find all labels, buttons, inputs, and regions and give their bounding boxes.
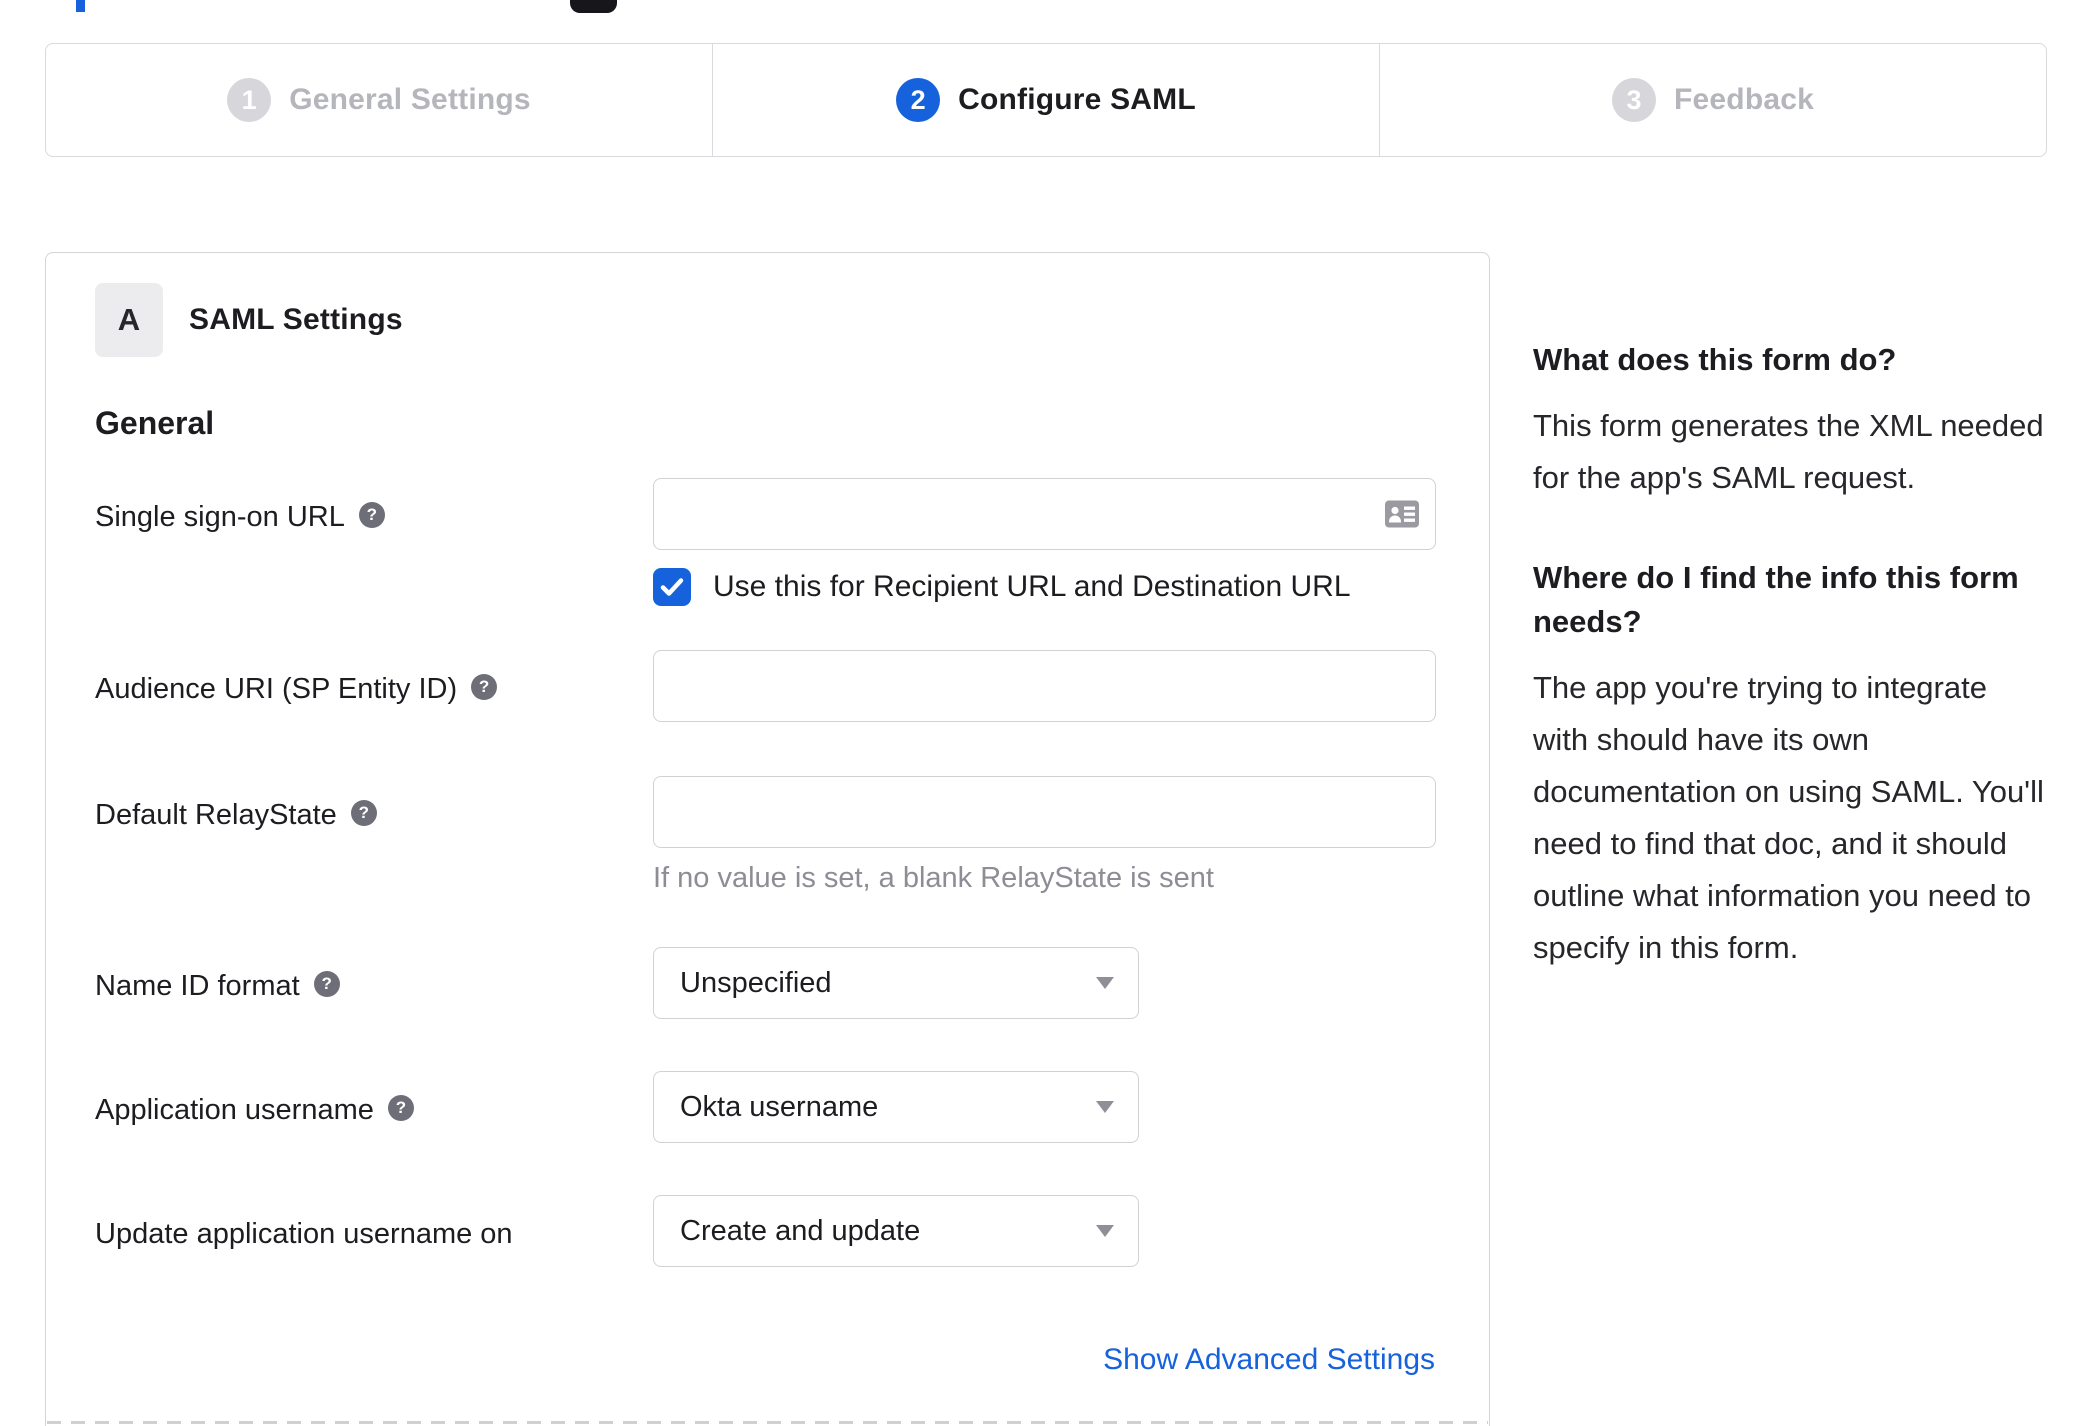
help-icon[interactable]: ? [313, 971, 340, 997]
show-advanced-settings-link[interactable]: Show Advanced Settings [653, 1343, 1435, 1377]
step-general-settings[interactable]: 1 General Settings [46, 44, 712, 156]
application-username-select[interactable]: Okta username [653, 1071, 1139, 1143]
chevron-down-icon [1096, 977, 1114, 989]
recipient-url-checkbox-row: Use this for Recipient URL and Destinati… [653, 568, 1436, 606]
step-1-label: General Settings [289, 83, 531, 116]
recipient-url-checkbox-label[interactable]: Use this for Recipient URL and Destinati… [713, 570, 1351, 604]
sso-url-input[interactable] [654, 479, 1435, 549]
default-relaystate-hint: If no value is set, a blank RelayState i… [653, 862, 1214, 894]
default-relaystate-input[interactable] [654, 777, 1435, 847]
help-section-where: Where do I find the info this form needs… [1533, 556, 2048, 974]
name-id-format-select[interactable]: Unspecified [653, 947, 1139, 1019]
help-icon[interactable]: ? [387, 1095, 414, 1121]
name-id-format-label-wrap: Name ID format ? [95, 947, 653, 1019]
audience-uri-row: Audience URI (SP Entity ID) ? [95, 650, 1436, 722]
update-application-username-row: Update application username on Create an… [95, 1195, 1435, 1267]
section-title: SAML Settings [189, 303, 403, 336]
application-username-label: Application username [95, 1094, 374, 1126]
wizard-steps-bar: 1 General Settings 2 Configure SAML 3 Fe… [45, 43, 2047, 157]
sso-url-label: Single sign-on URL [95, 501, 345, 533]
application-username-label-wrap: Application username ? [95, 1071, 653, 1143]
recipient-url-checkbox[interactable] [653, 568, 691, 606]
chevron-down-icon [1096, 1101, 1114, 1113]
panel-dashed-separator [47, 1421, 1488, 1424]
help-icon[interactable]: ? [471, 674, 498, 700]
step-1-number-badge: 1 [227, 78, 272, 122]
advanced-settings-spacer [95, 1343, 653, 1377]
step-configure-saml[interactable]: 2 Configure SAML [712, 44, 1379, 156]
section-header: A SAML Settings [95, 283, 1435, 357]
update-application-username-select[interactable]: Create and update [653, 1195, 1139, 1267]
help-body-where: The app you're trying to integrate with … [1533, 670, 2044, 965]
default-relaystate-row: Default RelayState ? If no value is set,… [95, 776, 1436, 895]
help-heading-what: What does this form do? [1533, 342, 1897, 377]
chevron-down-icon [1096, 1225, 1114, 1237]
default-relaystate-label: Default RelayState [95, 799, 337, 831]
cropped-header-logo-fragment [570, 0, 617, 13]
help-body-what: This form generates the XML needed for t… [1533, 408, 2044, 495]
update-application-username-value: Create and update [680, 1214, 921, 1247]
autofill-contact-card-icon[interactable] [1385, 500, 1419, 528]
checkmark-icon [660, 578, 684, 596]
step-3-number-badge: 3 [1612, 78, 1656, 122]
general-heading: General [95, 405, 215, 441]
name-id-format-value: Unspecified [680, 966, 832, 999]
help-icon[interactable]: ? [350, 800, 377, 826]
section-a-badge: A [95, 283, 163, 357]
saml-settings-panel: A SAML Settings General Single sign-on U… [45, 252, 1490, 1426]
advanced-settings-row: Show Advanced Settings [95, 1343, 1435, 1377]
audience-uri-input[interactable] [654, 651, 1435, 721]
application-username-value: Okta username [680, 1090, 879, 1123]
step-3-label: Feedback [1674, 83, 1814, 116]
help-icon[interactable]: ? [358, 502, 385, 528]
sso-url-row: Single sign-on URL ? Use this for Recipi… [95, 478, 1436, 606]
default-relaystate-label-wrap: Default RelayState ? [95, 776, 653, 895]
sso-url-input-wrap [653, 478, 1436, 550]
name-id-format-row: Name ID format ? Unspecified [95, 947, 1435, 1019]
help-heading-where: Where do I find the info this form needs… [1533, 560, 2019, 639]
cropped-header-blue-mark [76, 0, 85, 12]
step-feedback[interactable]: 3 Feedback [1379, 44, 2046, 156]
audience-uri-label-wrap: Audience URI (SP Entity ID) ? [95, 650, 653, 722]
application-username-row: Application username ? Okta username [95, 1071, 1435, 1143]
update-application-username-label: Update application username on [95, 1218, 513, 1250]
update-application-username-label-wrap: Update application username on [95, 1195, 653, 1267]
step-2-number-badge: 2 [896, 78, 941, 122]
name-id-format-label: Name ID format [95, 970, 300, 1002]
help-section-what: What does this form do? This form genera… [1533, 338, 2048, 504]
sso-url-label-wrap: Single sign-on URL ? [95, 478, 653, 606]
audience-uri-input-wrap [653, 650, 1436, 722]
default-relaystate-input-wrap [653, 776, 1436, 848]
step-2-label: Configure SAML [958, 83, 1196, 116]
help-sidebar: What does this form do? This form genera… [1533, 338, 2048, 974]
audience-uri-label: Audience URI (SP Entity ID) [95, 673, 458, 705]
